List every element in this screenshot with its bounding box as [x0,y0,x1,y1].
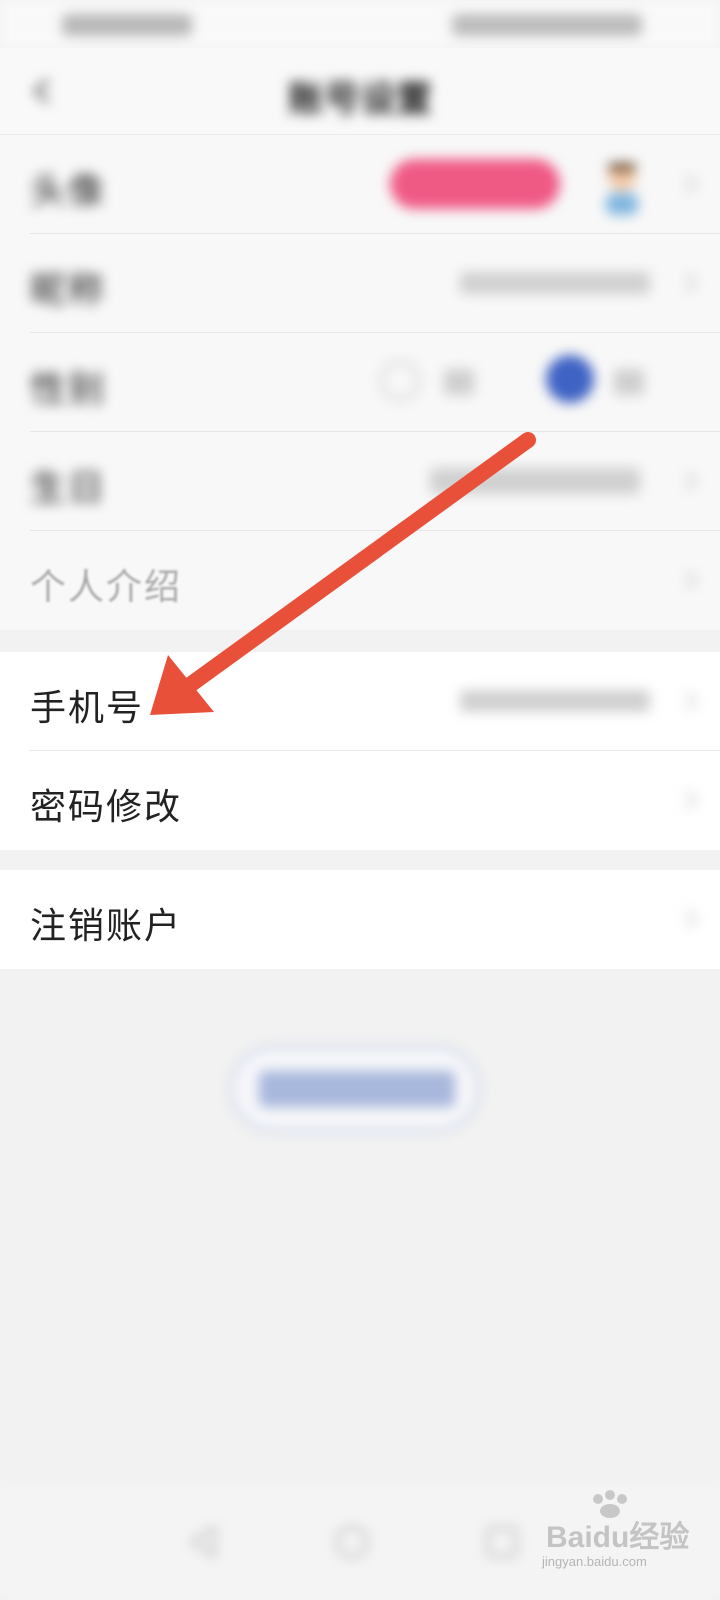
nav-bar: 账号设置 [0,48,720,136]
phone-number-row[interactable]: 手机号 [30,652,720,751]
promo-badge[interactable] [390,159,560,209]
account-settings-group: 注销账户 [0,870,720,969]
avatar[interactable] [598,159,646,215]
delete-account-row[interactable]: 注销账户 [30,870,720,969]
system-back-icon[interactable] [184,1522,224,1562]
system-recents-icon[interactable] [482,1522,522,1562]
birthday-value [430,468,640,494]
row-label: 注销账户 [30,906,183,947]
gender-row: 性别 [30,333,720,432]
battery-time-icons [452,14,642,36]
phone-number-value [460,690,650,712]
watermark-brand: Baidu经验 [546,1521,690,1554]
chevron-right-icon [685,174,698,194]
logout-button-label [259,1071,455,1107]
nickname-value [460,272,650,294]
nickname-row[interactable]: 昵称 [30,234,720,333]
chevron-right-icon [685,273,698,293]
row-label: 个人介绍 [30,567,183,608]
avatar-row[interactable]: 头像 [30,135,720,234]
chevron-right-icon [685,909,698,929]
gender-option-label [444,369,474,395]
chevron-right-icon [685,471,698,491]
watermark: Baidu经验 jingyan.baidu.com [540,1490,710,1580]
page-title: 账号设置 [287,79,432,120]
logout-button[interactable] [230,1046,480,1132]
watermark-url: jingyan.baidu.com [542,1554,647,1569]
gender-radio-male[interactable] [380,361,420,401]
gender-option-label [614,369,644,395]
row-label: 昵称 [30,270,107,311]
row-label: 头像 [30,171,107,212]
chevron-right-icon [685,790,698,810]
birthday-row[interactable]: 生日 [30,432,720,531]
row-label: 生日 [30,468,107,509]
row-label: 性别 [30,369,107,410]
status-bar [0,0,720,48]
change-password-row[interactable]: 密码修改 [30,751,720,850]
profile-settings-group: 头像 昵称 性别 生日 个人介绍 [0,135,720,630]
row-label: 密码修改 [30,787,183,828]
chevron-right-icon [685,691,698,711]
bio-row[interactable]: 个人介绍 [30,531,720,630]
system-home-icon[interactable] [332,1522,372,1562]
chevron-right-icon [685,570,698,590]
security-settings-group: 手机号 密码修改 [0,652,720,850]
signal-icons [62,14,192,36]
gender-radio-female[interactable] [546,355,594,403]
row-label: 手机号 [30,688,145,729]
